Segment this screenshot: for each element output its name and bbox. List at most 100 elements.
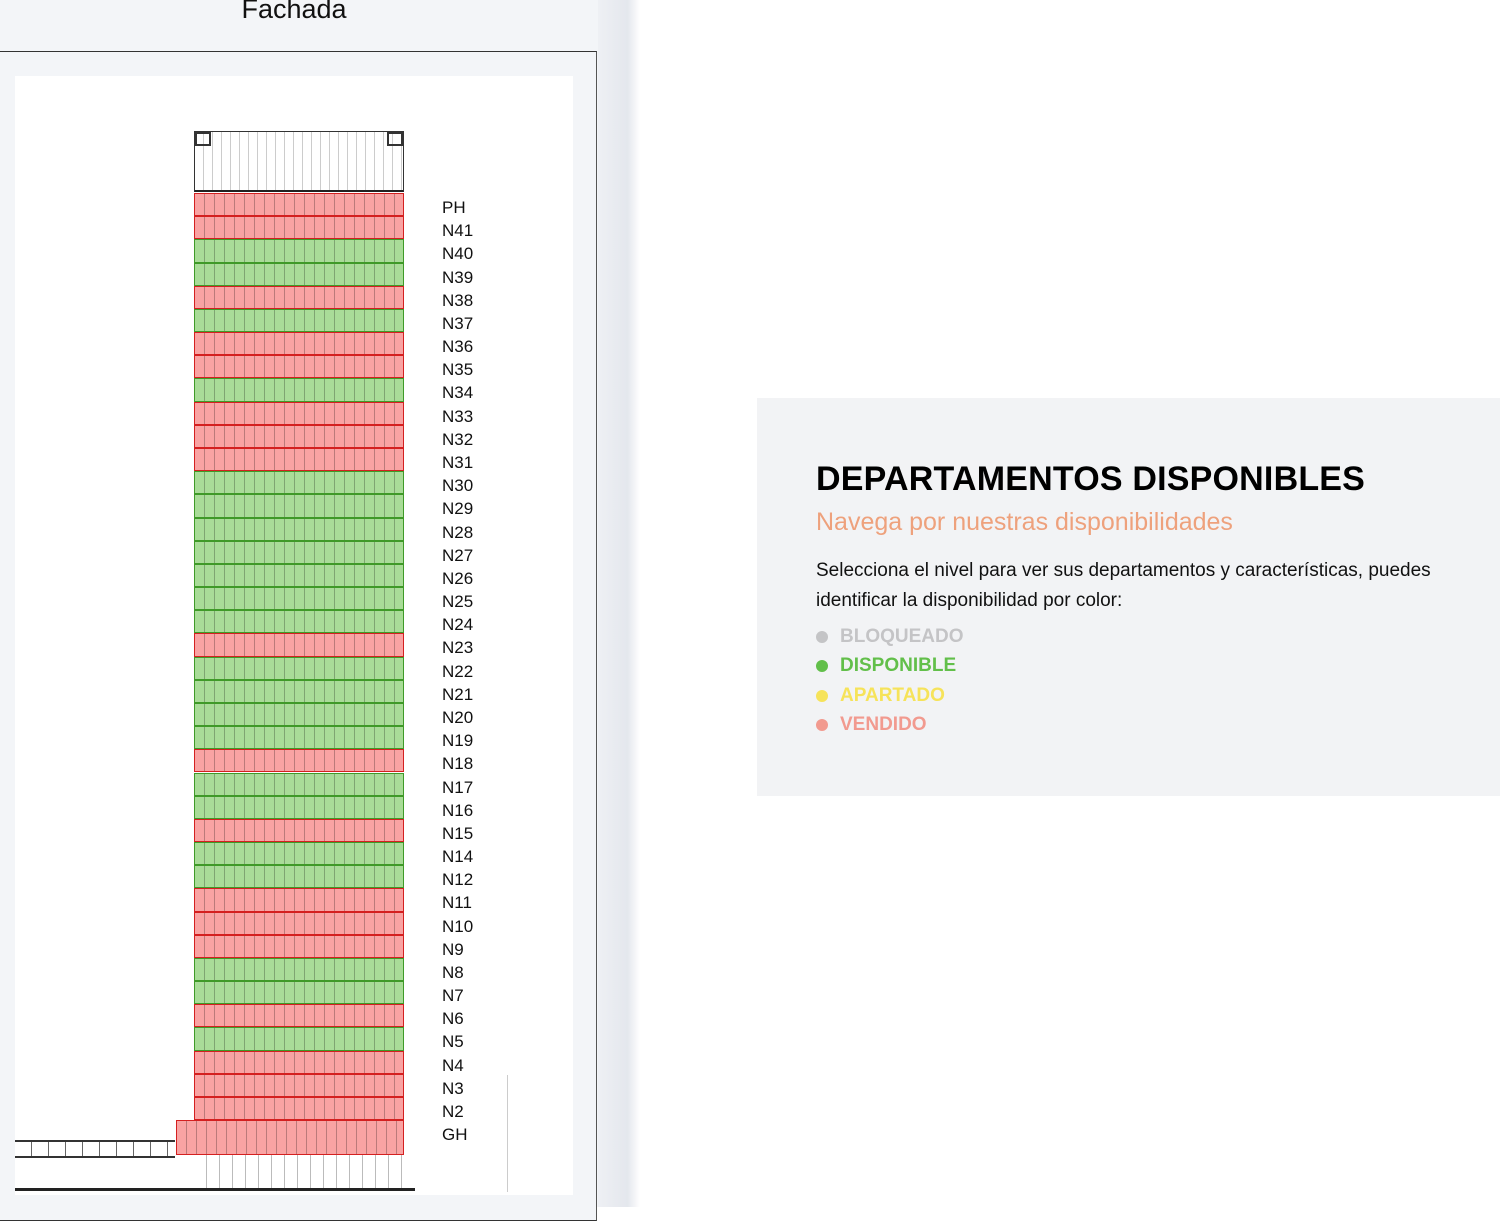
floor-n26[interactable] <box>194 563 404 588</box>
panel-shadow <box>598 0 640 1207</box>
floor-label[interactable]: N34 <box>442 381 473 404</box>
floor-label[interactable]: N19 <box>442 729 473 752</box>
roof-corner-left <box>195 132 211 146</box>
floor-label[interactable]: N32 <box>442 428 473 451</box>
floor-n38[interactable] <box>194 285 404 309</box>
floor-n31[interactable] <box>194 447 404 472</box>
floor-n9[interactable] <box>194 934 404 958</box>
floor-n12[interactable] <box>194 865 404 889</box>
floor-label[interactable]: N41 <box>442 219 473 242</box>
floor-label[interactable]: N30 <box>442 474 473 497</box>
floor-label[interactable]: N11 <box>442 891 472 914</box>
floor-label[interactable]: N31 <box>442 451 473 474</box>
floor-label[interactable]: N37 <box>442 312 473 335</box>
floor-n4[interactable] <box>194 1050 404 1074</box>
floor-label[interactable]: N2 <box>442 1100 464 1123</box>
status-dot-icon <box>816 660 828 673</box>
building-roof <box>194 131 404 192</box>
floor-n35[interactable] <box>194 355 404 379</box>
floor-label[interactable]: GH <box>442 1123 468 1146</box>
floor-n21[interactable] <box>194 679 404 703</box>
floor-n11[interactable] <box>194 888 404 912</box>
floor-n36[interactable] <box>194 332 404 356</box>
floor-n23[interactable] <box>194 633 404 657</box>
ground-line <box>15 1188 415 1191</box>
floor-label[interactable]: N12 <box>442 868 473 891</box>
floor-n37[interactable] <box>194 308 404 333</box>
floor-n17[interactable] <box>194 772 404 796</box>
floor-n28[interactable] <box>194 517 404 541</box>
floor-n7[interactable] <box>194 981 404 1005</box>
floor-n15[interactable] <box>194 818 404 843</box>
floor-label[interactable]: N23 <box>442 636 473 659</box>
floor-label[interactable]: N20 <box>442 706 473 729</box>
floor-label[interactable]: N29 <box>442 497 473 520</box>
floor-n40[interactable] <box>194 239 404 263</box>
status-legend: BLOQUEADO DISPONIBLE APARTADO VENDIDO <box>816 622 964 740</box>
divider-line <box>507 1075 508 1192</box>
floor-label[interactable]: N4 <box>442 1054 464 1077</box>
floor-label[interactable]: N27 <box>442 544 473 567</box>
floor-label[interactable]: N18 <box>442 752 473 775</box>
floor-label[interactable]: PH <box>442 196 466 219</box>
floor-n19[interactable] <box>194 726 404 750</box>
floor-label[interactable]: N24 <box>442 613 473 636</box>
floor-n3[interactable] <box>194 1073 404 1097</box>
floor-label[interactable]: N10 <box>442 915 473 938</box>
floor-label[interactable]: N14 <box>442 845 473 868</box>
floor-n2[interactable] <box>194 1097 404 1121</box>
legend-label: DISPONIBLE <box>840 655 957 677</box>
floor-n20[interactable] <box>194 702 404 727</box>
legend-label: VENDIDO <box>840 714 927 736</box>
floor-label[interactable]: N35 <box>442 358 473 381</box>
floor-n6[interactable] <box>194 1004 404 1028</box>
floor-n5[interactable] <box>194 1027 404 1051</box>
floor-gh[interactable] <box>176 1120 404 1156</box>
status-dot-icon <box>816 719 828 732</box>
floor-label[interactable]: N17 <box>442 776 473 799</box>
floor-n33[interactable] <box>194 401 404 425</box>
floor-label[interactable]: N16 <box>442 799 473 822</box>
floor-label[interactable]: N40 <box>442 242 473 265</box>
status-dot-icon <box>816 689 828 702</box>
floor-ph[interactable] <box>194 193 404 217</box>
floor-n8[interactable] <box>194 957 404 982</box>
floor-label[interactable]: N3 <box>442 1077 464 1100</box>
floor-label[interactable]: N33 <box>442 405 473 428</box>
floor-n10[interactable] <box>194 911 404 935</box>
floor-n27[interactable] <box>194 540 404 564</box>
floor-n30[interactable] <box>194 471 404 495</box>
info-description: Selecciona el nivel para ver sus departa… <box>816 560 1431 611</box>
floor-n16[interactable] <box>194 795 404 819</box>
floor-label[interactable]: N5 <box>442 1030 464 1053</box>
building-podium <box>15 1140 175 1158</box>
floor-label[interactable]: N26 <box>442 567 473 590</box>
floor-n18[interactable] <box>194 749 404 773</box>
floor-label[interactable]: N39 <box>442 266 473 289</box>
legend-item-disponible: DISPONIBLE <box>816 652 964 682</box>
floor-n22[interactable] <box>194 656 404 680</box>
availability-info-card: DEPARTAMENTOS DISPONIBLES Navega por nue… <box>757 398 1500 796</box>
floor-label[interactable]: N6 <box>442 1007 464 1030</box>
floor-label[interactable]: N25 <box>442 590 473 613</box>
floor-label[interactable]: N38 <box>442 289 473 312</box>
floor-n29[interactable] <box>194 494 404 518</box>
legend-item-bloqueado: BLOQUEADO <box>816 622 964 652</box>
floor-label[interactable]: N8 <box>442 961 464 984</box>
floor-n41[interactable] <box>194 216 404 240</box>
floor-label[interactable]: N7 <box>442 984 464 1007</box>
floor-n34[interactable] <box>194 378 404 402</box>
floor-n24[interactable] <box>194 610 404 634</box>
floor-n32[interactable] <box>194 424 404 448</box>
floor-label[interactable]: N9 <box>442 938 464 961</box>
floor-label[interactable]: N36 <box>442 335 473 358</box>
floor-n25[interactable] <box>194 587 404 611</box>
floor-n39[interactable] <box>194 262 404 286</box>
floor-label[interactable]: N22 <box>442 660 473 683</box>
info-subheading: Navega por nuestras disponibilidades <box>816 508 1233 536</box>
floor-label[interactable]: N15 <box>442 822 473 845</box>
facade-title: Fachada <box>241 0 347 24</box>
floor-label[interactable]: N21 <box>442 683 473 706</box>
floor-label[interactable]: N28 <box>442 521 473 544</box>
floor-n14[interactable] <box>194 842 404 866</box>
